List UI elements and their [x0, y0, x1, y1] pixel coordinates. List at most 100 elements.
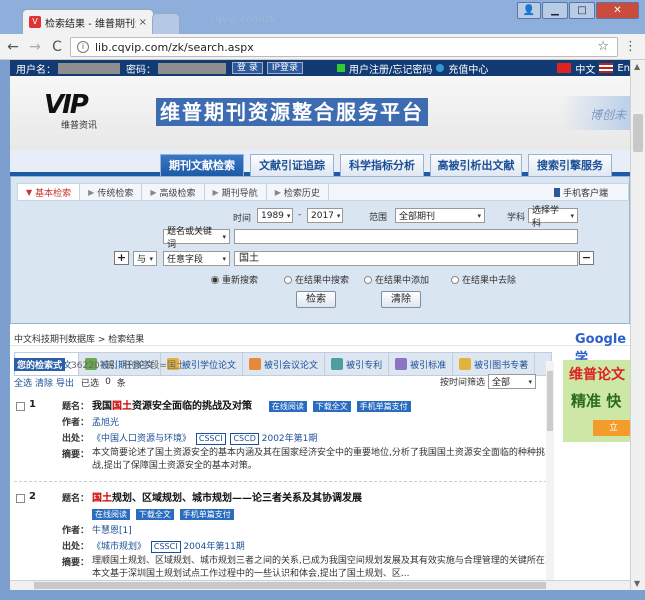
register-link[interactable]: 用户注册/忘记密码 — [349, 61, 432, 76]
author-link[interactable]: 牛慧恩[1] — [92, 523, 552, 539]
record-title-link[interactable]: 我国国土资源安全面临的挑战及对策 — [92, 401, 252, 412]
ad-button[interactable]: 立 — [593, 420, 630, 436]
journal-link[interactable]: 《城市规划》 — [92, 542, 146, 552]
nav-tab-highly-cited[interactable]: 高被引析出文献 — [430, 154, 522, 176]
radio-add-results[interactable]: 在结果中添加 — [364, 273, 429, 286]
subject-select[interactable]: 选择学科 ▾ — [528, 206, 578, 229]
register-icon — [336, 64, 345, 72]
results-scrollbar[interactable] — [546, 361, 554, 587]
clear-button[interactable]: 清除 — [381, 291, 421, 308]
selected-unit: 条 — [116, 378, 126, 389]
side-advert[interactable]: 维普论文 精准 快 立 — [563, 360, 630, 442]
keyword-input-2[interactable]: 国土 — [234, 251, 578, 266]
download-button[interactable]: 下载全文 — [135, 509, 174, 520]
index-tag: CSCD — [230, 433, 259, 445]
chevron-down-icon: ▾ — [286, 211, 291, 220]
mobile-pay-button[interactable]: 手机单篇支付 — [179, 509, 234, 520]
close-window-button[interactable]: ✕ — [596, 2, 639, 19]
boolean-op-select[interactable]: 与 ▾ — [133, 251, 157, 266]
record-title-link[interactable]: 国土规划、区域规划、城市规划——论三者关系及其协调发展 — [92, 493, 362, 504]
chevron-down-icon: ▾ — [336, 211, 341, 220]
tab-journal-nav[interactable]: ▶ 期刊导航 — [205, 184, 267, 200]
result-controls: 全选 清除 导出 已选 0 条 按时间筛选 全部 ▾ — [14, 374, 552, 390]
time-filter-select[interactable]: 全部 ▾ — [488, 374, 536, 389]
read-online-button[interactable]: 在线阅读 — [92, 509, 130, 520]
page-horizontal-scrollbar[interactable] — [10, 580, 630, 590]
minimize-button[interactable]: ▁ — [542, 2, 568, 19]
tab-title: 检索结果 - 维普期刊资源 — [45, 18, 136, 30]
login-button[interactable]: 登 录 — [232, 62, 263, 74]
clear-selection-link[interactable]: 清除 — [35, 376, 53, 389]
abstract-text: 理顺国土规划、区域规划、城市规划三者之间的关系,已成为我国空间规划发展及其有效实… — [92, 556, 548, 579]
radio-search-within[interactable]: 在结果中搜索 — [284, 273, 349, 286]
recharge-icon — [436, 64, 445, 72]
username-input[interactable] — [58, 62, 120, 74]
search-button[interactable]: 检索 — [296, 291, 336, 308]
forward-arrow-icon[interactable]: → — [26, 39, 44, 55]
year-to-select[interactable]: 2017 ▾ — [307, 208, 343, 223]
radio-unchecked-icon — [451, 275, 459, 284]
user-profile-icon[interactable]: 👤 — [517, 2, 541, 19]
logo-text: VIP — [44, 90, 89, 120]
page-vertical-scrollbar[interactable]: ▲ ▼ — [630, 60, 645, 590]
select-all-link[interactable]: 全选 — [14, 376, 32, 389]
scroll-up-icon[interactable]: ▲ — [634, 62, 640, 71]
record-checkbox[interactable] — [16, 494, 25, 503]
tab-advanced-search[interactable]: ▶ 高级检索 — [142, 184, 205, 200]
browser-tab-active[interactable]: V 检索结果 - 维普期刊资源 × — [22, 9, 154, 34]
tab-close-icon[interactable]: × — [139, 17, 147, 28]
radio-unchecked-icon — [284, 275, 292, 284]
tab-search-history[interactable]: ▶ 检索历史 — [267, 184, 329, 200]
scope-label: 范围 — [369, 213, 388, 223]
issue-link[interactable]: 2004年第11期 — [183, 542, 244, 552]
radio-exclude-results[interactable]: 在结果中去除 — [451, 273, 516, 286]
bookmark-star-icon[interactable]: ☆ — [597, 39, 609, 54]
scrollbar-thumb[interactable] — [34, 582, 546, 589]
title-label: 题名： — [62, 494, 90, 504]
radio-unchecked-icon — [364, 275, 372, 284]
scroll-down-icon[interactable]: ▼ — [634, 579, 640, 588]
nav-tab-science-indicators[interactable]: 科学指标分析 — [340, 154, 424, 176]
address-bar[interactable]: i lib.cqvip.com/zk/search.aspx ☆ — [70, 37, 618, 57]
download-button[interactable]: 下载全文 — [312, 401, 351, 412]
nav-tab-citation-tracking[interactable]: 文献引证追踪 — [250, 154, 334, 176]
page-info-icon[interactable]: i — [77, 41, 89, 53]
journal-link[interactable]: 《中国人口资源与环境》 — [92, 434, 191, 444]
nav-tab-search-engine[interactable]: 搜索引擎服务 — [528, 154, 612, 176]
lang-cn-link[interactable]: 中文 — [575, 61, 595, 76]
author-link[interactable]: 孟旭光 — [92, 415, 552, 431]
year-from-select[interactable]: 1989 ▾ — [257, 208, 293, 223]
tab-basic-search[interactable]: ▼ 基本检索 — [18, 184, 81, 200]
keyword-input-1[interactable] — [234, 229, 578, 244]
add-row-button[interactable]: + — [114, 251, 129, 265]
search-stats: 您的检索式 362207篇; 任意字段=国土 — [14, 357, 552, 371]
scope-select[interactable]: 全部期刊 ▾ — [395, 208, 485, 223]
back-arrow-icon[interactable]: ← — [4, 39, 22, 55]
tab-traditional-search[interactable]: ▶ 传统检索 — [80, 184, 143, 200]
ip-login-button[interactable]: IP登录 — [266, 62, 303, 74]
export-link[interactable]: 导出 — [56, 376, 74, 389]
us-flag-icon[interactable] — [599, 63, 614, 73]
scrollbar-thumb[interactable] — [547, 371, 553, 431]
maximize-button[interactable]: □ — [569, 2, 595, 19]
field2-select[interactable]: 任意字段 ▾ — [163, 251, 230, 266]
reload-icon[interactable]: C — [48, 39, 66, 55]
mobile-pay-button[interactable]: 手机单篇支付 — [356, 401, 411, 412]
issue-link[interactable]: 2002年第1期 — [262, 434, 318, 444]
arrow-right-icon: ▶ — [212, 187, 219, 197]
scrollbar-thumb[interactable] — [633, 114, 643, 152]
new-tab-button[interactable] — [152, 13, 180, 34]
radio-new-search[interactable]: 重新搜索 — [211, 273, 258, 286]
lang-en-link[interactable]: En — [617, 63, 630, 74]
record-checkbox[interactable] — [16, 402, 25, 411]
read-online-button[interactable]: 在线阅读 — [268, 401, 307, 412]
nav-tab-journal-search[interactable]: 期刊文献检索 — [160, 154, 244, 176]
password-input[interactable] — [158, 62, 226, 74]
browser-menu-icon[interactable]: ⋮ — [624, 39, 637, 54]
china-flag-icon[interactable] — [557, 63, 572, 73]
recharge-link[interactable]: 充值中心 — [448, 61, 488, 76]
mobile-client-link[interactable]: 手机客户端 — [553, 186, 608, 199]
remove-row-button[interactable]: − — [579, 251, 594, 265]
vip-logo[interactable]: VIP 维普资讯 — [44, 90, 114, 140]
field1-select[interactable]: 题名或关键词 ▾ — [163, 227, 230, 250]
